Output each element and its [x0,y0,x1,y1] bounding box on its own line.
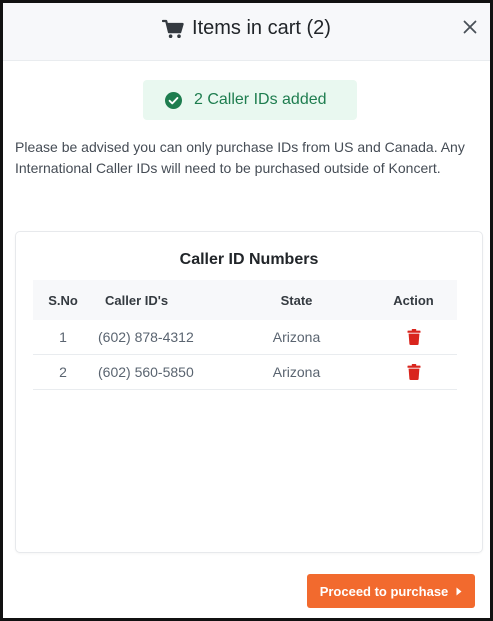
cart-title-text: Items in cart (2) [192,17,331,39]
row-caller-id: (602) 560-5850 [98,364,194,380]
card-title: Caller ID Numbers [179,251,319,268]
row-action [370,364,457,380]
close-button[interactable] [458,17,482,41]
row-state: Arizona [272,364,321,380]
shopping-cart-icon [161,19,184,39]
cart-modal: Items in cart (2) 2 Caller IDs added Ple… [0,0,493,621]
row-state: Arizona [272,329,321,345]
row-caller-id: (602) 878-4312 [98,329,194,345]
table-row: 1 (602) 878-4312 Arizona [33,320,457,355]
success-message: 2 Caller IDs added [194,91,327,108]
row-sno: 2 [59,364,67,380]
proceed-label: Proceed to purchase [319,583,449,599]
modal-title: Items in cart (2) [3,17,490,40]
caller-id-card: Caller ID Numbers S.No Caller ID's State… [15,231,483,553]
trash-icon[interactable] [407,364,421,380]
close-icon [463,20,477,39]
success-alert: 2 Caller IDs added [143,80,357,120]
caret-right-icon [456,584,462,599]
proceed-to-purchase-button[interactable]: Proceed to purchase [307,574,475,608]
table-row: 2 (602) 560-5850 Arizona [33,355,457,390]
modal-header: Items in cart (2) [3,3,490,61]
caller-id-table: S.No Caller ID's State Action 1 (602) 87… [33,280,457,390]
header-sno: S.No [48,292,78,308]
header-caller-id: Caller ID's [105,292,169,308]
row-action [370,329,457,345]
header-state: State [280,292,313,308]
header-action: Action [393,292,434,308]
trash-icon[interactable] [407,329,421,345]
table-header: S.No Caller ID's State Action [33,280,457,320]
check-circle-icon [165,91,182,109]
row-sno: 1 [59,329,67,345]
purchase-note: Please be advised you can only purchase … [15,139,465,176]
